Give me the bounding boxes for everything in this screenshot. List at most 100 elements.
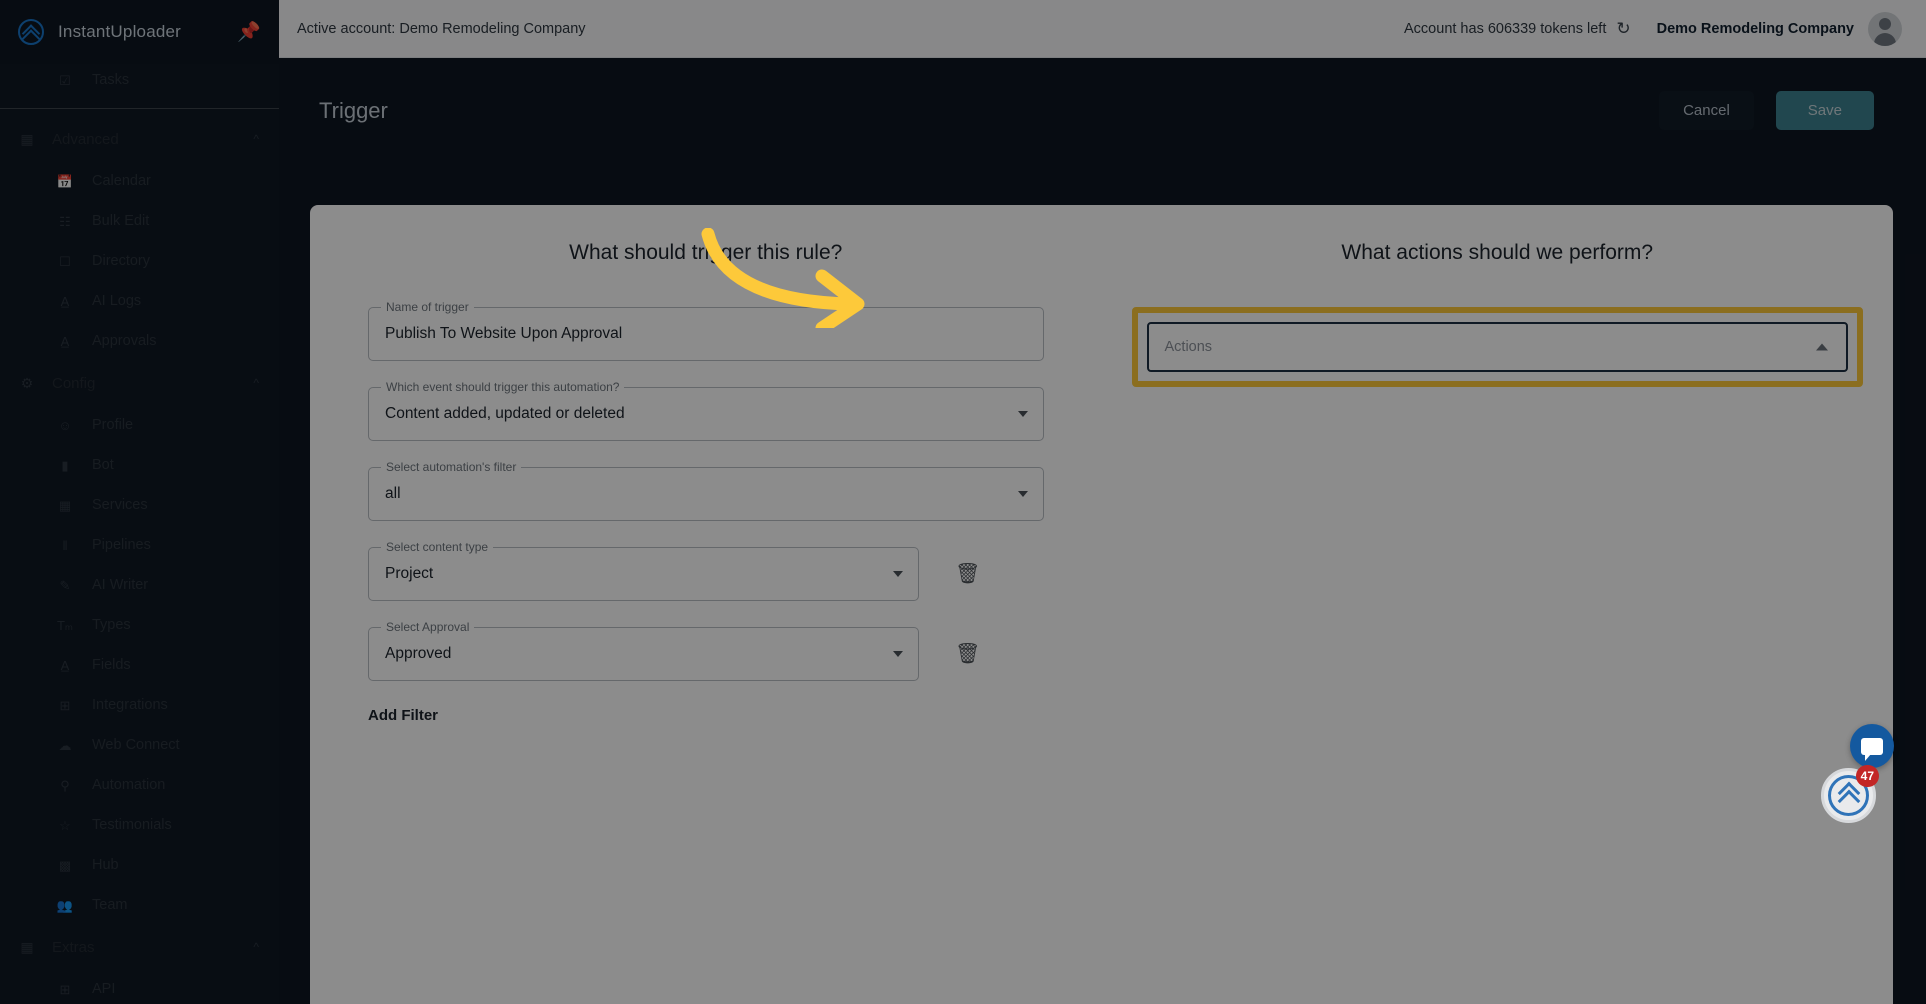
field-value: Publish To Website Upon Approval	[385, 325, 623, 342]
sidebar-item-api[interactable]: ⊞ API	[0, 969, 279, 1004]
sidebar-item-team[interactable]: 👥 Team	[0, 885, 279, 925]
sidebar-item-label: Integrations	[92, 697, 168, 713]
avatar[interactable]	[1868, 11, 1902, 46]
sidebar-item-label: Directory	[92, 253, 151, 269]
text-icon: A̲	[60, 293, 70, 309]
sidebar-item-label: Calendar	[92, 173, 151, 189]
sidebar-item-testimonials[interactable]: ☆ Testimonials	[0, 805, 279, 845]
approval-select-field[interactable]: Select Approval Approved	[368, 620, 919, 681]
save-button[interactable]: Save	[1775, 91, 1874, 130]
chevron-down-icon	[893, 571, 903, 577]
chevron-up-icon	[1816, 343, 1828, 351]
field-legend: Select content type	[381, 540, 494, 554]
automation-filter-select-field[interactable]: Select automation's filter all	[368, 460, 1044, 521]
sidebar-item-bot[interactable]: ▮ Bot	[0, 445, 279, 485]
sidebar-item-label: Fields	[92, 657, 131, 673]
sidebar-item-types[interactable]: Tₘ Types	[0, 605, 279, 645]
bell-icon: ⚲	[60, 777, 70, 793]
chevron-down-icon	[1017, 411, 1028, 417]
trigger-column: What should trigger this rule? Name of t…	[310, 205, 1102, 1004]
app-logo-icon	[18, 19, 44, 45]
text-icon: A̲	[60, 333, 70, 349]
page-title-bar: Trigger Cancel Save	[279, 58, 1926, 163]
sidebar-item-hub[interactable]: ▩ Hub	[0, 845, 279, 885]
sidebar-item-label: Web Connect	[92, 737, 180, 753]
sidebar-item-bulk-edit[interactable]: ☷ Bulk Edit	[0, 201, 279, 241]
sidebar-group-label: Config	[52, 374, 96, 392]
contact-card-icon: ☐	[59, 253, 71, 269]
sidebar-item-label: Services	[92, 497, 148, 513]
checkbox-icon: ☑	[59, 72, 71, 88]
actions-highlight-box: Actions	[1131, 307, 1863, 387]
card-icon: ▩	[58, 857, 72, 873]
trash-icon[interactable]: 🗑	[955, 564, 980, 584]
sidebar-group-extras[interactable]: ▦ Extras ^	[0, 925, 279, 969]
plus-box-icon: ⊞	[59, 697, 71, 713]
trash-icon[interactable]: 🗑	[955, 644, 980, 664]
actions-placeholder: Actions	[1164, 339, 1213, 355]
sidebar-item-pipelines[interactable]: ‖ Pipelines	[0, 525, 279, 565]
trigger-form: Name of trigger Publish To Website Upon …	[310, 300, 1102, 724]
sidebar-item-label: Bulk Edit	[92, 213, 150, 229]
notification-badge: 47	[1855, 765, 1879, 787]
field-legend: Name of trigger	[381, 300, 474, 314]
add-filter-button[interactable]: Add Filter	[368, 707, 1044, 724]
sidebar-brand: InstantUploader 📌	[0, 0, 279, 64]
cancel-button[interactable]: Cancel	[1659, 91, 1754, 130]
cloud-icon: ☁	[58, 737, 72, 753]
name-of-trigger-field[interactable]: Name of trigger Publish To Website Upon …	[368, 300, 1044, 361]
calendar-icon: 📅	[56, 173, 74, 189]
field-value: Content added, updated or deleted	[385, 405, 625, 422]
sidebar-item-label: Types	[92, 617, 131, 633]
field-value: all	[385, 485, 401, 502]
sidebar-item-fields[interactable]: A̲ Fields	[0, 645, 279, 685]
sidebar-item-directory[interactable]: ☐ Directory	[0, 241, 279, 281]
event-select-field[interactable]: Which event should trigger this automati…	[368, 380, 1044, 441]
sidebar-item-web-connect[interactable]: ☁ Web Connect	[0, 725, 279, 765]
sidebar-item-ai-logs[interactable]: A̲ AI Logs	[0, 281, 279, 321]
scroll-to-top-button[interactable]: 47	[1821, 765, 1879, 823]
grid-icon: ▦	[20, 938, 34, 955]
sidebar-item-profile[interactable]: ☺ Profile	[0, 405, 279, 445]
sidebar-item-label: Tasks	[92, 72, 130, 88]
field-value: Approved	[385, 645, 452, 662]
sidebar-item-calendar[interactable]: 📅 Calendar	[0, 161, 279, 201]
content-type-select-field[interactable]: Select content type Project	[368, 540, 919, 601]
person-icon: ☺	[58, 417, 72, 433]
sidebar-nav: ☑ Tasks ▦ Advanced ^ 📅 Calendar ☷ Bulk E…	[0, 60, 279, 1004]
active-account-label: Active account: Demo Remodeling Company	[297, 20, 586, 37]
field-legend: Select automation's filter	[381, 460, 522, 474]
sidebar-group-advanced[interactable]: ▦ Advanced ^	[0, 117, 279, 161]
refresh-icon[interactable]: ↻	[1616, 19, 1630, 39]
sidebar-item-label: Pipelines	[92, 537, 151, 553]
brand-name: InstantUploader	[58, 22, 182, 41]
sidebar-item-approvals[interactable]: A̲ Approvals	[0, 321, 279, 361]
sidebar-item-tasks[interactable]: ☑ Tasks	[0, 60, 279, 100]
columns-icon: ‖	[62, 537, 68, 553]
top-header: Active account: Demo Remodeling Company …	[279, 0, 1926, 58]
app-root: InstantUploader 📌 ☑ Tasks ▦ Advanced ^ 📅…	[0, 0, 1926, 1004]
pin-icon[interactable]: 📌	[237, 20, 261, 44]
plus-box-icon: ⊞	[59, 981, 71, 997]
actions-select[interactable]: Actions	[1146, 322, 1848, 372]
sidebar-item-integrations[interactable]: ⊞ Integrations	[0, 685, 279, 725]
token-count-label: Account has 606339 tokens left	[1404, 20, 1607, 37]
approval-row: Select Approval Approved 🗑	[368, 620, 1044, 681]
field-value: Project	[385, 565, 434, 582]
trigger-heading: What should trigger this rule?	[569, 241, 843, 264]
field-legend: Select Approval	[381, 620, 475, 634]
message-icon: ▮	[61, 457, 69, 473]
chevron-up-icon: ^	[253, 376, 259, 390]
actions-heading: What actions should we perform?	[1341, 241, 1654, 264]
sidebar-item-automation[interactable]: ⚲ Automation	[0, 765, 279, 805]
sidebar-group-config[interactable]: ⚙ Config ^	[0, 361, 279, 405]
content-type-row: Select content type Project 🗑	[368, 540, 1044, 601]
chat-bubble-icon[interactable]	[1850, 724, 1894, 768]
chevron-up-icon: ^	[253, 940, 259, 954]
sidebar-item-label: Approvals	[92, 333, 157, 349]
sidebar-item-services[interactable]: ▦ Services	[0, 485, 279, 525]
list-icon: ☷	[59, 213, 71, 229]
sidebar-item-ai-writer[interactable]: ✎ AI Writer	[0, 565, 279, 605]
page-title: Trigger	[319, 97, 388, 123]
content-card: What should trigger this rule? Name of t…	[310, 205, 1893, 1004]
